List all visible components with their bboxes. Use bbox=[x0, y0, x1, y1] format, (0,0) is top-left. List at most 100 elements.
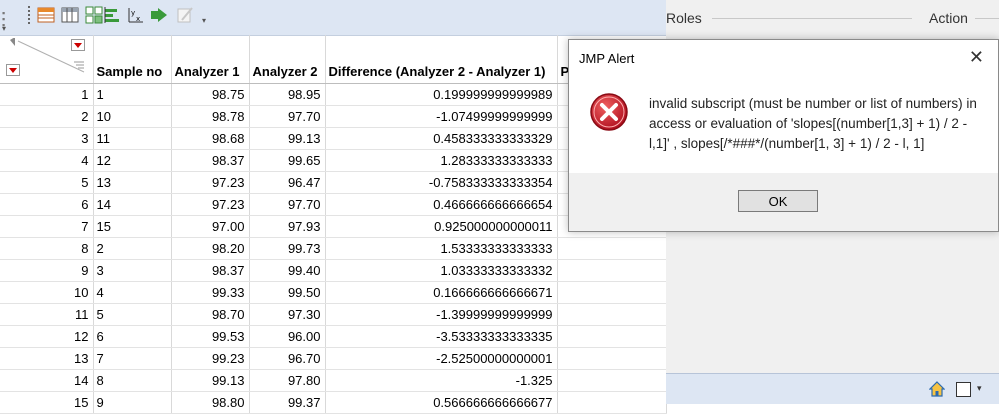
dialog-title-bar[interactable]: JMP Alert ✕ bbox=[569, 40, 998, 80]
ok-button[interactable]: OK bbox=[738, 190, 818, 212]
close-icon[interactable]: ✕ bbox=[969, 47, 984, 68]
row-number[interactable]: 3 bbox=[0, 127, 94, 150]
cell-analyzer-1[interactable]: 98.70 bbox=[171, 303, 250, 326]
table-row[interactable]: 4 12 98.37 99.65 1.28333333333333 bbox=[0, 149, 667, 172]
row-number[interactable]: 14 bbox=[0, 369, 94, 392]
table-row[interactable]: 3 11 98.68 99.13 0.458333333333329 bbox=[0, 127, 667, 150]
cell-sample-no[interactable]: 5 bbox=[93, 303, 172, 326]
cell-p[interactable] bbox=[557, 281, 667, 304]
cell-difference[interactable]: 0.458333333333329 bbox=[325, 127, 558, 150]
cell-p[interactable] bbox=[557, 325, 667, 348]
table-row[interactable]: 10 4 99.33 99.50 0.166666666666671 bbox=[0, 281, 667, 304]
cell-analyzer-2[interactable]: 97.80 bbox=[249, 369, 326, 392]
table-row[interactable]: 9 3 98.37 99.40 1.03333333333332 bbox=[0, 259, 667, 282]
column-header-analyzer-2[interactable]: Analyzer 2 bbox=[249, 35, 326, 84]
status-menu-icon[interactable]: ▾ bbox=[977, 383, 982, 394]
cell-sample-no[interactable]: 15 bbox=[93, 215, 172, 238]
home-icon[interactable] bbox=[929, 381, 945, 397]
cell-sample-no[interactable]: 1 bbox=[93, 83, 172, 106]
row-number[interactable]: 13 bbox=[0, 347, 94, 370]
cell-sample-no[interactable]: 2 bbox=[93, 237, 172, 260]
cell-analyzer-2[interactable]: 99.13 bbox=[249, 127, 326, 150]
cell-analyzer-2[interactable]: 96.00 bbox=[249, 325, 326, 348]
cell-difference[interactable]: 0.166666666666671 bbox=[325, 281, 558, 304]
cell-analyzer-1[interactable]: 98.37 bbox=[171, 259, 250, 282]
cell-p[interactable] bbox=[557, 237, 667, 260]
split-table-icon[interactable] bbox=[85, 6, 103, 24]
cell-analyzer-2[interactable]: 97.93 bbox=[249, 215, 326, 238]
cell-sample-no[interactable]: 8 bbox=[93, 369, 172, 392]
cell-analyzer-1[interactable]: 99.13 bbox=[171, 369, 250, 392]
cell-difference[interactable]: 1.03333333333332 bbox=[325, 259, 558, 282]
table-row[interactable]: 5 13 97.23 96.47 -0.758333333333354 bbox=[0, 171, 667, 194]
cell-analyzer-2[interactable]: 99.73 bbox=[249, 237, 326, 260]
toolbar-grip-icon[interactable]: ▪ ▪ ▪ bbox=[2, 9, 6, 30]
cell-analyzer-2[interactable]: 99.65 bbox=[249, 149, 326, 172]
cell-difference[interactable]: -1.325 bbox=[325, 369, 558, 392]
cell-analyzer-1[interactable]: 97.00 bbox=[171, 215, 250, 238]
cell-difference[interactable]: -0.758333333333354 bbox=[325, 171, 558, 194]
cell-difference[interactable]: -1.07499999999999 bbox=[325, 105, 558, 128]
cell-difference[interactable]: 1.28333333333333 bbox=[325, 149, 558, 172]
cell-analyzer-1[interactable]: 97.23 bbox=[171, 193, 250, 216]
fit-model-icon[interactable] bbox=[150, 6, 168, 24]
cell-difference[interactable]: 0.466666666666654 bbox=[325, 193, 558, 216]
cell-analyzer-1[interactable]: 97.23 bbox=[171, 171, 250, 194]
row-number[interactable]: 8 bbox=[0, 237, 94, 260]
row-number[interactable]: 7 bbox=[0, 215, 94, 238]
cell-sample-no[interactable]: 13 bbox=[93, 171, 172, 194]
table-row[interactable]: 14 8 99.13 97.80 -1.325 bbox=[0, 369, 667, 392]
table-row[interactable]: 2 10 98.78 97.70 -1.07499999999999 bbox=[0, 105, 667, 128]
cell-analyzer-2[interactable]: 97.70 bbox=[249, 193, 326, 216]
row-number[interactable]: 12 bbox=[0, 325, 94, 348]
toolbar-overflow-icon[interactable]: ▾ bbox=[2, 24, 6, 33]
cell-difference[interactable]: -3.53333333333335 bbox=[325, 325, 558, 348]
row-number[interactable]: 4 bbox=[0, 149, 94, 172]
column-header-sample-no[interactable]: Sample no bbox=[93, 35, 172, 84]
table-row[interactable]: 7 15 97.00 97.93 0.925000000000011 bbox=[0, 215, 667, 238]
distribution-icon[interactable] bbox=[103, 6, 121, 24]
checkbox-icon[interactable] bbox=[956, 382, 971, 397]
cell-sample-no[interactable]: 14 bbox=[93, 193, 172, 216]
cell-sample-no[interactable]: 12 bbox=[93, 149, 172, 172]
rows-menu-icon[interactable] bbox=[6, 64, 20, 76]
cell-analyzer-1[interactable]: 98.78 bbox=[171, 105, 250, 128]
cell-analyzer-2[interactable]: 96.47 bbox=[249, 171, 326, 194]
cell-sample-no[interactable]: 4 bbox=[93, 281, 172, 304]
column-header-analyzer-1[interactable]: Analyzer 1 bbox=[171, 35, 250, 84]
cell-analyzer-2[interactable]: 97.70 bbox=[249, 105, 326, 128]
cell-difference[interactable]: -1.39999999999999 bbox=[325, 303, 558, 326]
cell-analyzer-2[interactable]: 98.95 bbox=[249, 83, 326, 106]
data-table-icon[interactable] bbox=[37, 6, 55, 24]
cell-difference[interactable]: 1.53333333333333 bbox=[325, 237, 558, 260]
table-row[interactable]: 6 14 97.23 97.70 0.466666666666654 bbox=[0, 193, 667, 216]
cell-sample-no[interactable]: 10 bbox=[93, 105, 172, 128]
cell-analyzer-2[interactable]: 99.40 bbox=[249, 259, 326, 282]
cell-sample-no[interactable]: 7 bbox=[93, 347, 172, 370]
row-number[interactable]: 10 bbox=[0, 281, 94, 304]
fit-y-by-x-icon[interactable]: yx bbox=[126, 6, 144, 24]
cell-analyzer-1[interactable]: 99.23 bbox=[171, 347, 250, 370]
cell-difference[interactable]: -2.52500000000001 bbox=[325, 347, 558, 370]
cell-sample-no[interactable]: 3 bbox=[93, 259, 172, 282]
cell-analyzer-1[interactable]: 98.68 bbox=[171, 127, 250, 150]
cell-difference[interactable]: 0.925000000000011 bbox=[325, 215, 558, 238]
cell-analyzer-2[interactable]: 97.30 bbox=[249, 303, 326, 326]
cell-analyzer-1[interactable]: 98.20 bbox=[171, 237, 250, 260]
table-corner[interactable] bbox=[0, 35, 94, 84]
table-grid-icon[interactable] bbox=[61, 6, 79, 24]
cell-analyzer-2[interactable]: 96.70 bbox=[249, 347, 326, 370]
row-number[interactable]: 11 bbox=[0, 303, 94, 326]
cell-p[interactable] bbox=[557, 369, 667, 392]
table-row[interactable]: 8 2 98.20 99.73 1.53333333333333 bbox=[0, 237, 667, 260]
table-row[interactable]: 12 6 99.53 96.00 -3.53333333333335 bbox=[0, 325, 667, 348]
cell-sample-no[interactable]: 11 bbox=[93, 127, 172, 150]
cell-difference[interactable]: 0.199999999999989 bbox=[325, 83, 558, 106]
cell-analyzer-1[interactable]: 98.37 bbox=[171, 149, 250, 172]
column-header-difference[interactable]: Difference (Analyzer 2 - Analyzer 1) bbox=[325, 35, 558, 84]
table-row[interactable]: 1 1 98.75 98.95 0.199999999999989 bbox=[0, 83, 667, 106]
cell-analyzer-1[interactable]: 98.75 bbox=[171, 83, 250, 106]
table-row[interactable]: 11 5 98.70 97.30 -1.39999999999999 bbox=[0, 303, 667, 326]
toolbar-more-icon[interactable]: ▾ bbox=[202, 16, 206, 25]
cell-analyzer-1[interactable]: 99.53 bbox=[171, 325, 250, 348]
